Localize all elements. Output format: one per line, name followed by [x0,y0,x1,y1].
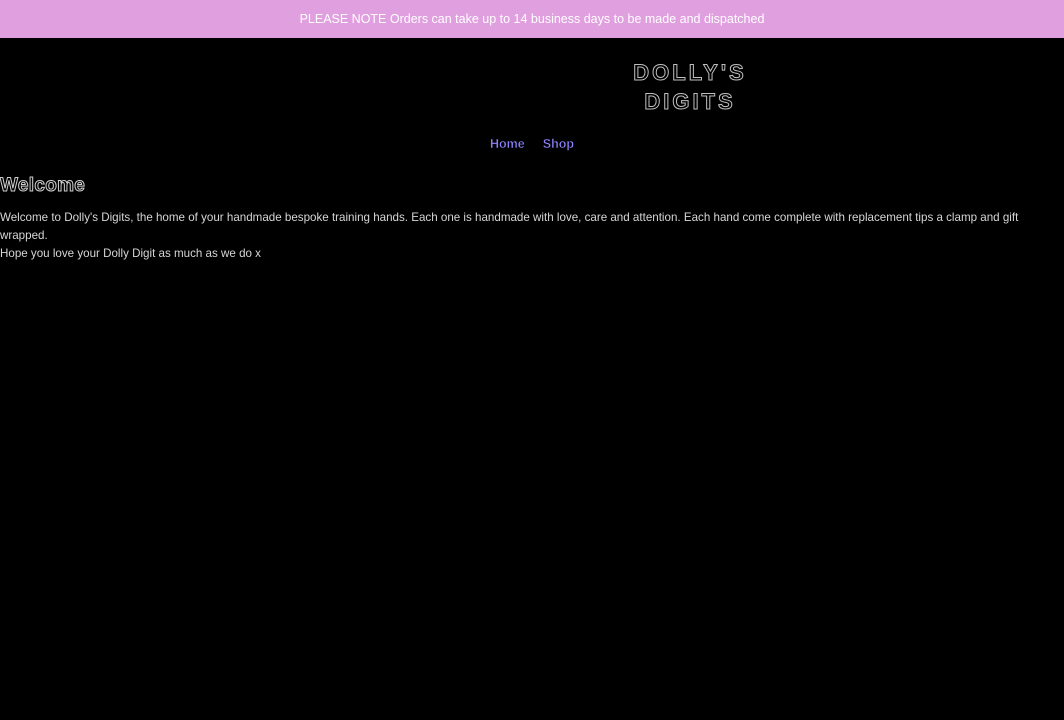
nav-link-home[interactable]: Home [490,137,525,151]
intro-paragraph: Welcome to Dolly's Digits, the home of y… [0,211,1019,242]
page-title: Welcome [0,175,86,197]
logo-line-1: DOLLY'S [633,60,747,86]
main-nav: Home Shop [0,137,1064,151]
page-content: Welcome to Dolly's Digits, the home of y… [0,209,1056,263]
announcement-text: PLEASE NOTE Orders can take up to 14 bus… [299,12,765,26]
announcement-bar: PLEASE NOTE Orders can take up to 14 bus… [0,0,1064,38]
closing-paragraph: Hope you love your Dolly Digit as much a… [0,247,261,260]
site-logo[interactable]: DOLLY'S DIGITS [560,58,820,116]
logo-line-2: DIGITS [644,89,736,115]
nav-link-shop[interactable]: Shop [543,137,575,151]
